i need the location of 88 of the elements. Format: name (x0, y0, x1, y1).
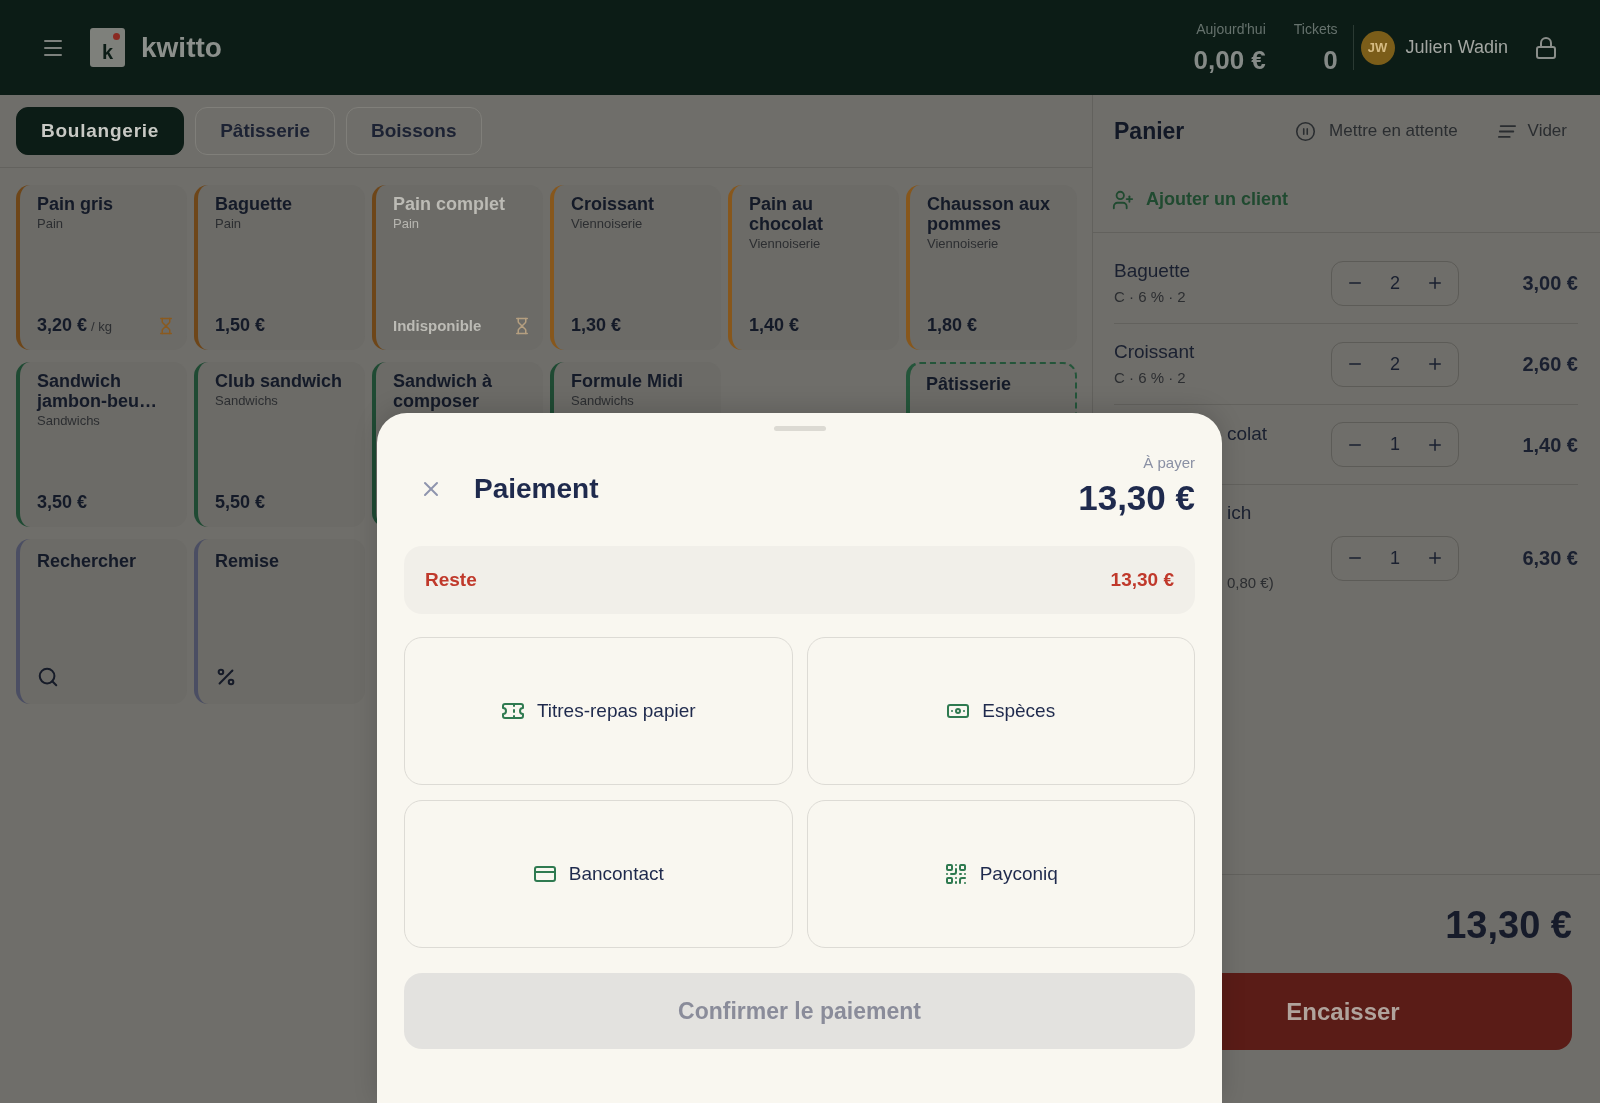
product-price: 1,30 € (571, 314, 622, 336)
product-tile[interactable]: Pain gris Pain 3,20 € / kg (16, 185, 187, 350)
product-name: Sandwich jambon-beu… (37, 371, 158, 411)
product-name: Baguette (215, 194, 293, 214)
cart-title: Panier (1114, 116, 1185, 146)
search-icon (37, 666, 59, 688)
product-name: Club sandwich (215, 371, 343, 391)
quantity-value: 2 (1390, 352, 1400, 376)
qr-code-icon (943, 862, 968, 886)
item-price: 1,40 € (1521, 432, 1578, 458)
item-price: 2,60 € (1521, 352, 1578, 377)
category-tab[interactable]: Boulangerie (16, 107, 185, 155)
item-detail: C · 6 % · 2 (1114, 288, 1187, 306)
item-name: colat (1227, 422, 1269, 445)
item-price: 6,30 € (1521, 546, 1578, 571)
plus-icon[interactable] (1426, 274, 1444, 292)
product-category: Pain (215, 216, 243, 232)
product-tile[interactable]: Pain au chocolat Viennoiserie 1,40 € (728, 185, 899, 350)
product-name: Pain complet (393, 194, 507, 214)
stat-value: 0 (1323, 45, 1338, 75)
amount-due-label: À payer (1143, 454, 1195, 472)
payment-method-button[interactable]: Bancontact (404, 800, 793, 948)
amount-due: 13,30 € (1078, 478, 1195, 518)
product-price: 3,50 € (37, 491, 88, 513)
clear-button[interactable]: Vider (1497, 118, 1567, 144)
category-tab[interactable]: Pâtisserie (195, 107, 335, 155)
product-category: Viennoiserie (927, 236, 1000, 252)
sheet-title: Paiement (474, 474, 599, 504)
user-plus-icon (1112, 188, 1134, 211)
remaining-label: Reste (425, 567, 477, 592)
product-tile[interactable]: Club sandwich Sandwichs 5,50 € (194, 362, 365, 527)
product-category: Sandwichs (215, 393, 279, 409)
item-detail: 0,80 €) (1227, 574, 1275, 592)
product-name: Sandwich à composer (393, 371, 494, 411)
product-tile[interactable]: Chausson aux pommes Viennoiserie 1,80 € (906, 185, 1077, 350)
remaining-amount: 13,30 € (1110, 567, 1174, 592)
product-category: Sandwichs (571, 393, 635, 409)
price-unit: / kg (91, 319, 112, 334)
quantity-value: 1 (1390, 433, 1400, 456)
product-category: Sandwichs (37, 413, 101, 429)
product-price: 1,50 € (215, 314, 266, 336)
product-name: Croissant (571, 194, 656, 214)
product-category: Viennoiserie (749, 236, 822, 252)
product-name: Formule Midi (571, 371, 684, 391)
product-price: 3,20 € (37, 314, 88, 336)
payment-method-button[interactable]: Titres-repas papier (404, 637, 793, 785)
product-name: Chausson aux pommes (927, 194, 1052, 234)
stat-label: Aujourd'hui (1196, 20, 1266, 38)
user-name: Julien Wadin (1405, 36, 1508, 59)
availability-status: Indisponible (393, 316, 482, 336)
quantity-value: 1 (1390, 546, 1400, 570)
plus-icon[interactable] (1426, 549, 1444, 567)
plus-icon[interactable] (1426, 355, 1444, 373)
percent-icon (215, 666, 237, 688)
quantity-value: 2 (1390, 271, 1400, 295)
product-tile[interactable]: Croissant Viennoiserie 1,30 € (550, 185, 721, 350)
product-category: Pain (37, 216, 65, 232)
hold-button[interactable]: Mettre en attente (1295, 118, 1458, 144)
add-customer-button[interactable]: Ajouter un client (1112, 186, 1288, 213)
cart-total: 13,30 € (1445, 903, 1572, 948)
product-tile[interactable]: Pain complet Pain Indisponible (372, 185, 543, 350)
brand-name: kwitto (141, 30, 222, 65)
item-name: Baguette (1114, 260, 1192, 282)
stat-value: 0,00 € (1193, 45, 1266, 75)
item-name: ich (1227, 502, 1253, 524)
logo-letter: k (101, 41, 114, 63)
product-tile[interactable]: Baguette Pain 1,50 € (194, 185, 365, 350)
product-category: Pain (393, 216, 421, 232)
category-tab[interactable]: Boissons (345, 107, 482, 155)
user-avatar[interactable]: JW (1360, 30, 1395, 65)
discount-tile[interactable]: Remise (194, 539, 365, 704)
product-tile[interactable]: Sandwich jambon-beu… Sandwichs 3,50 € (16, 362, 187, 527)
pause-icon (1295, 120, 1317, 142)
payment-method-button[interactable]: Espèces (806, 637, 1195, 785)
product-name: Pain au chocolat (749, 194, 824, 234)
product-price: 1,80 € (927, 314, 978, 336)
product-name: Pain gris (37, 194, 115, 214)
lines-icon (1497, 124, 1516, 138)
search-tile[interactable]: Rechercher (16, 539, 187, 704)
product-price: 5,50 € (215, 491, 266, 513)
drag-handle[interactable] (773, 426, 826, 431)
stat-label: Tickets (1293, 20, 1338, 38)
product-category: Viennoiserie (571, 216, 644, 232)
item-name: Croissant (1114, 341, 1196, 363)
product-price: 1,40 € (749, 314, 800, 336)
item-detail: C · 6 % · 2 (1114, 369, 1187, 387)
item-price: 3,00 € (1521, 271, 1578, 296)
payment-method-button[interactable]: Payconiq (806, 800, 1195, 948)
